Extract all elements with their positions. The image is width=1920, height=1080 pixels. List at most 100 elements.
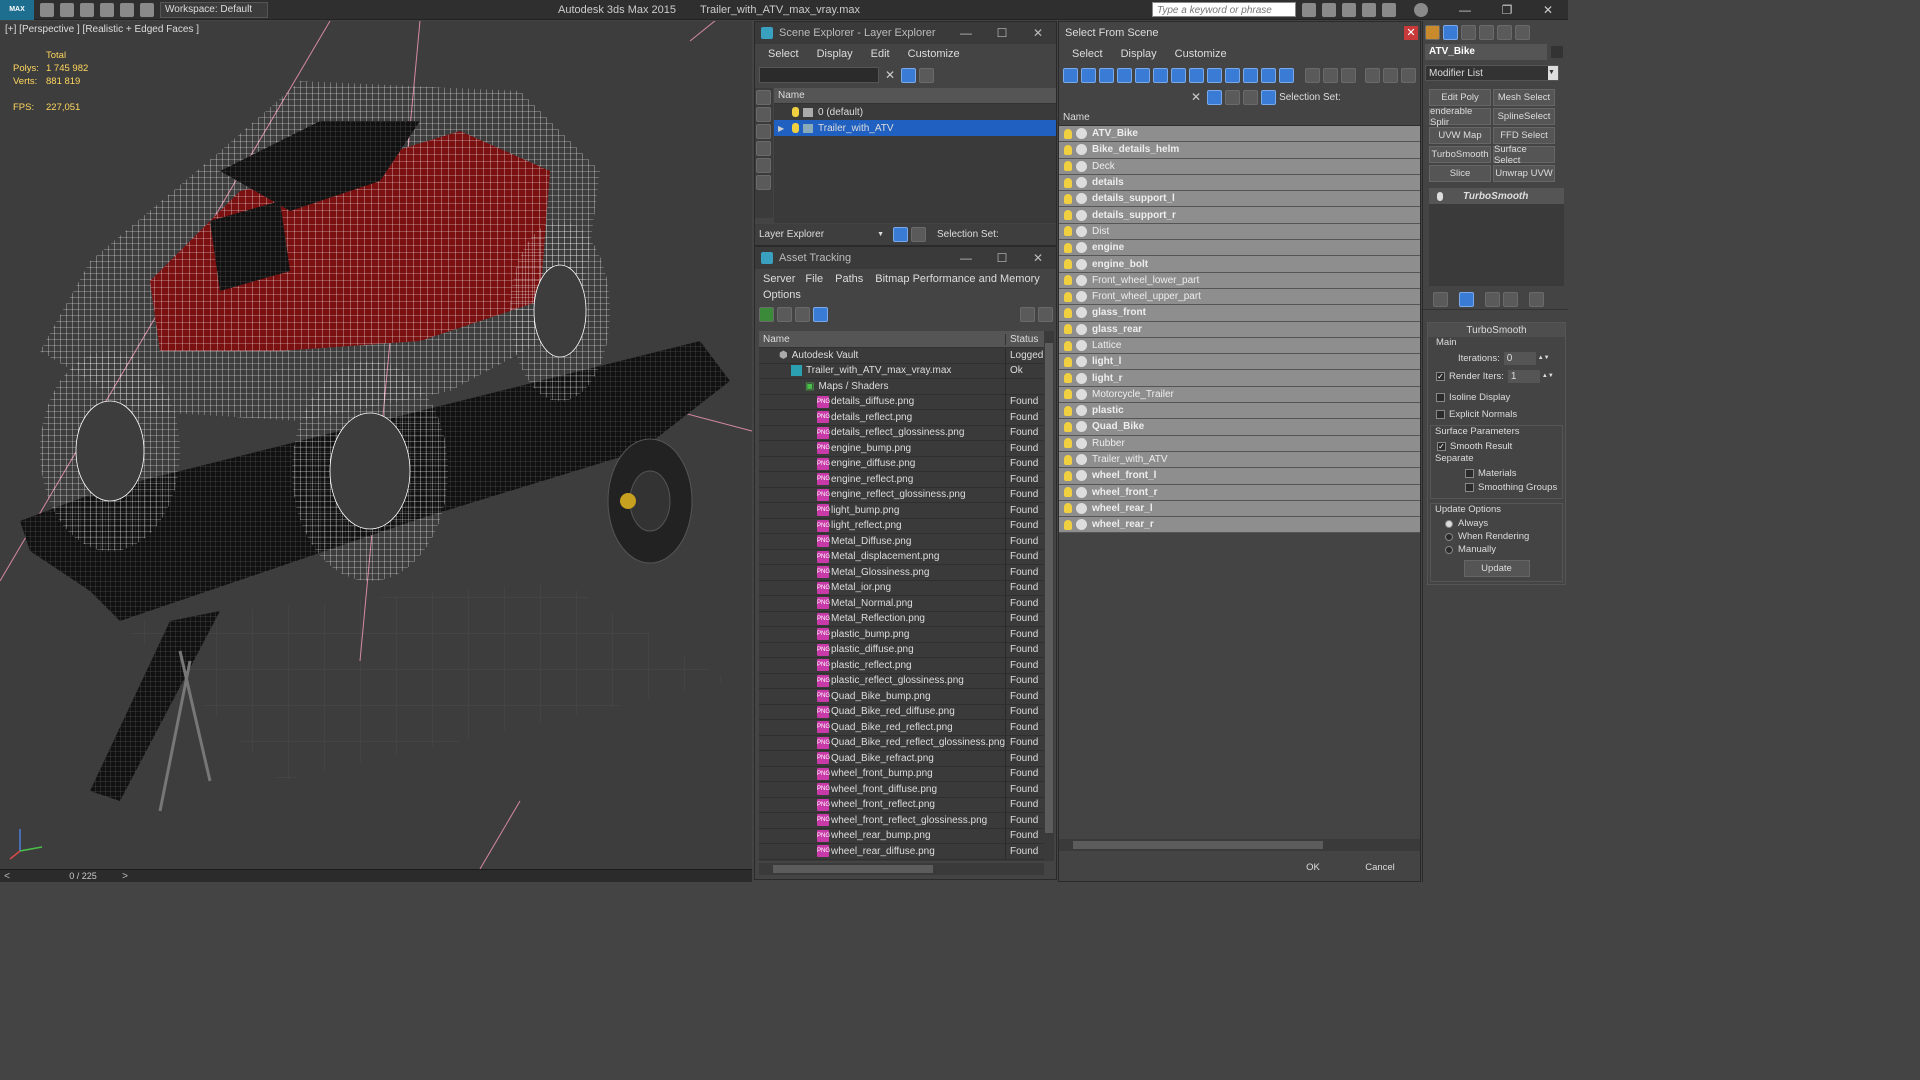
table-row[interactable]: PNG details_reflect.png Found xyxy=(759,410,1044,426)
iterations-spinner[interactable]: 0 xyxy=(1503,351,1536,365)
lightbulb-icon[interactable] xyxy=(1064,454,1072,465)
h-scrollbar-thumb[interactable] xyxy=(773,865,933,873)
settings-icon[interactable] xyxy=(1038,306,1053,322)
binoculars-icon[interactable] xyxy=(1301,2,1316,17)
hierarchy-icon[interactable] xyxy=(1383,67,1398,83)
render-iters-spinner[interactable]: 1 xyxy=(1507,369,1540,383)
menu-display[interactable]: Display xyxy=(817,48,853,60)
display-geometry-icon[interactable] xyxy=(756,90,771,105)
manually-radio[interactable] xyxy=(1445,545,1453,554)
table-row[interactable]: ▣ Maps / Shaders xyxy=(759,379,1044,395)
xrefs-filter-icon[interactable] xyxy=(1189,67,1204,83)
table-row[interactable]: PNG Metal_Normal.png Found xyxy=(759,596,1044,612)
lightbulb-icon[interactable] xyxy=(1064,242,1072,253)
object-row[interactable]: details xyxy=(1059,174,1420,192)
slice-button[interactable]: Slice xyxy=(1429,165,1491,182)
lightbulb-icon[interactable] xyxy=(1064,487,1072,498)
cancel-button[interactable]: Cancel xyxy=(1351,858,1409,876)
lightbulb-icon[interactable] xyxy=(792,107,799,117)
stack-item[interactable]: TurboSmooth xyxy=(1429,188,1564,204)
object-color-swatch[interactable] xyxy=(1551,46,1563,58)
explicit-normals-checkbox[interactable] xyxy=(1436,410,1445,419)
minimize-button[interactable]: — xyxy=(948,251,984,265)
find-case-icon[interactable] xyxy=(1225,89,1241,105)
open-file-icon[interactable] xyxy=(60,2,74,17)
close-x-icon[interactable] xyxy=(1381,2,1396,17)
close-app-button[interactable]: ✕ xyxy=(1528,3,1568,17)
table-row[interactable]: PNG Metal_displacement.png Found xyxy=(759,549,1044,565)
table-row[interactable]: ⬢ Autodesk Vault Logged xyxy=(759,348,1044,364)
lightbulb-icon[interactable] xyxy=(792,123,799,133)
object-row[interactable]: wheel_front_r xyxy=(1059,484,1420,501)
time-slider[interactable]: < 0 / 225 > xyxy=(0,869,752,882)
table-row[interactable]: PNG details_diffuse.png Found xyxy=(759,394,1044,410)
tools-icon[interactable] xyxy=(1321,2,1336,17)
horizontal-scrollbar[interactable] xyxy=(759,863,1044,875)
select-all-icon[interactable] xyxy=(1305,67,1320,83)
object-row[interactable]: Front_wheel_lower_part xyxy=(1059,272,1420,289)
table-row[interactable]: PNG wheel_front_diffuse.png Found xyxy=(759,782,1044,798)
object-row[interactable]: glass_rear xyxy=(1059,321,1420,338)
table-row[interactable]: PNG Metal_Glossiness.png Found xyxy=(759,565,1044,581)
materials-checkbox[interactable] xyxy=(1465,468,1474,478)
object-row[interactable]: Bike_details_helm xyxy=(1059,142,1420,159)
lightbulb-icon[interactable] xyxy=(1064,470,1072,481)
containers-filter-icon[interactable] xyxy=(1225,67,1240,83)
time-prev-button[interactable]: < xyxy=(0,871,14,882)
vertical-scrollbar[interactable] xyxy=(1044,331,1054,861)
table-row[interactable]: PNG light_bump.png Found xyxy=(759,503,1044,519)
modifier-list-dropdown[interactable]: Modifier List ▼ xyxy=(1425,65,1559,81)
spinner-arrows-icon[interactable]: ▲▼ xyxy=(1542,373,1554,379)
lightbulb-icon[interactable] xyxy=(1064,226,1072,237)
menu-select[interactable]: Select xyxy=(1072,48,1103,60)
object-search-input[interactable] xyxy=(1063,89,1185,105)
table-view-icon[interactable] xyxy=(813,306,828,322)
thumbnail-view-icon[interactable] xyxy=(795,306,810,322)
lightbulb-icon[interactable] xyxy=(1064,503,1072,514)
status-column-header[interactable]: Status xyxy=(1006,334,1044,345)
select-invert-icon[interactable] xyxy=(1341,67,1356,83)
table-row[interactable]: PNG Quad_Bike_red_reflect_glossiness.png F… xyxy=(759,735,1044,751)
options-icon[interactable] xyxy=(1401,67,1416,83)
table-row[interactable]: PNG wheel_rear_diffuse.png Found xyxy=(759,844,1044,860)
table-row[interactable]: PNG Quad_Bike_red_reflect.png Found xyxy=(759,720,1044,736)
minimize-button[interactable]: — xyxy=(948,26,984,40)
lightbulb-icon[interactable] xyxy=(1064,193,1072,204)
update-button[interactable]: Update xyxy=(1463,560,1530,577)
menu-file[interactable]: File xyxy=(805,273,823,285)
time-next-button[interactable]: > xyxy=(118,871,132,882)
name-column-header[interactable]: Name xyxy=(759,333,1006,345)
surface-select-button[interactable]: Surface Select xyxy=(1493,144,1555,166)
menu-display[interactable]: Display xyxy=(1121,48,1157,60)
close-button[interactable]: ✕ xyxy=(1020,251,1056,265)
object-list-scrollbar[interactable] xyxy=(1059,839,1420,851)
list-view-icon[interactable] xyxy=(777,306,792,322)
object-row[interactable]: wheel_front_l xyxy=(1059,468,1420,485)
table-row[interactable]: PNG Metal_ior.png Found xyxy=(759,580,1044,596)
frozen-filter-icon[interactable] xyxy=(1243,67,1258,83)
find-filter-icon[interactable] xyxy=(1207,89,1223,105)
close-button[interactable]: ✕ xyxy=(1404,26,1418,40)
help-search-input[interactable]: Type a keyword or phrase xyxy=(1151,2,1296,17)
object-row[interactable]: Front_wheel_upper_part xyxy=(1059,288,1420,306)
object-row[interactable]: plastic xyxy=(1059,403,1420,420)
table-row[interactable]: PNG plastic_bump.png Found xyxy=(759,627,1044,643)
object-row[interactable]: Trailer_with_ATV xyxy=(1059,451,1420,469)
rollout-header[interactable]: TurboSmooth xyxy=(1428,323,1565,337)
layers-mode-icon[interactable] xyxy=(893,227,908,242)
star-icon[interactable] xyxy=(1361,2,1376,17)
table-row[interactable]: PNG engine_reflect_glossiness.png Found xyxy=(759,487,1044,503)
lightbulb-icon[interactable] xyxy=(1064,177,1072,188)
help-icon[interactable] xyxy=(1020,306,1035,322)
object-row[interactable]: wheel_rear_r xyxy=(1059,517,1420,534)
uvw-map-button[interactable]: UVW Map xyxy=(1429,127,1491,144)
smoothing-groups-checkbox[interactable] xyxy=(1465,482,1474,492)
maximize-button[interactable]: ☐ xyxy=(984,26,1020,40)
helpers-filter-icon[interactable] xyxy=(1135,67,1150,83)
layer-row-selected[interactable]: ▶ Trailer_with_ATV xyxy=(774,120,1056,136)
help-icon[interactable] xyxy=(1413,2,1428,17)
configure-sets-icon[interactable] xyxy=(1529,292,1544,307)
bones-filter-icon[interactable] xyxy=(1207,67,1222,83)
menu-paths[interactable]: Paths xyxy=(835,273,863,285)
object-row[interactable]: glass_front xyxy=(1059,305,1420,322)
